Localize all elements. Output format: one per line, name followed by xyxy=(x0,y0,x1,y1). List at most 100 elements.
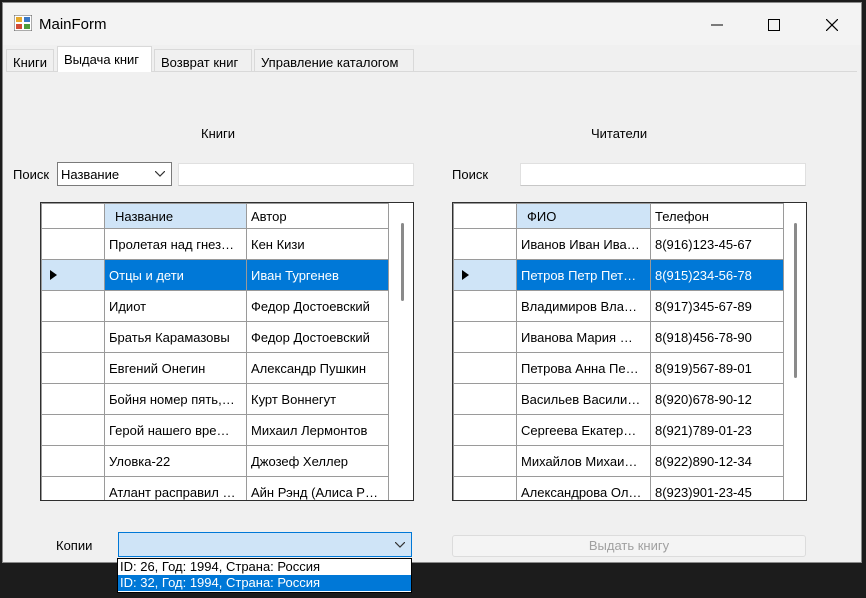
books-row-header[interactable] xyxy=(41,445,105,477)
books-search-input[interactable] xyxy=(178,163,414,186)
readers-scrollbar[interactable] xyxy=(794,223,797,378)
copies-select[interactable] xyxy=(118,532,412,557)
reader-phone-cell[interactable]: 8(920)678-90-12 xyxy=(650,383,784,415)
readers-row-header[interactable] xyxy=(453,476,517,500)
reader-name-cell[interactable]: Васильев Васили… xyxy=(516,383,651,415)
books-row[interactable]: Пролетая над гнез… Кен Кизи xyxy=(41,228,389,260)
reader-name-cell[interactable]: Михайлов Михаи… xyxy=(516,445,651,477)
books-search-field-select[interactable]: Название xyxy=(57,162,172,186)
readers-row-header[interactable] xyxy=(453,383,517,415)
books-table: Название Автор Пролетая над гнез… Кен Киз… xyxy=(41,203,389,500)
readers-row-header[interactable] xyxy=(453,414,517,446)
reader-name-cell[interactable]: Иванов Иван Ива… xyxy=(516,228,651,260)
readers-row[interactable]: Сергеева Екатер… 8(921)789-01-23 xyxy=(453,414,784,446)
books-row[interactable]: Братья Карамазовы Федор Достоевский xyxy=(41,321,389,353)
books-row-header[interactable] xyxy=(41,383,105,415)
close-icon xyxy=(826,19,838,31)
book-title-cell[interactable]: Уловка-22 xyxy=(104,445,247,477)
reader-phone-cell[interactable]: 8(918)456-78-90 xyxy=(650,321,784,353)
readers-search-label: Поиск xyxy=(452,167,489,182)
readers-row[interactable]: Петров Петр Пет… 8(915)234-56-78 xyxy=(453,259,784,291)
book-title-cell[interactable]: Бойня номер пять,… xyxy=(104,383,247,415)
reader-name-cell[interactable]: Александрова Ол… xyxy=(516,476,651,500)
readers-row[interactable]: Петрова Анна Пе… 8(919)567-89-01 xyxy=(453,352,784,384)
tab-return-books[interactable]: Возврат книг xyxy=(154,49,252,71)
books-row[interactable]: Атлант расправил … Айн Рэнд (Алиса Р… xyxy=(41,476,389,500)
books-row-header[interactable] xyxy=(41,476,105,500)
reader-phone-cell[interactable]: 8(922)890-12-34 xyxy=(650,445,784,477)
close-button[interactable] xyxy=(803,7,861,43)
books-row-header[interactable] xyxy=(41,290,105,322)
book-title-cell[interactable]: Герой нашего вре… xyxy=(104,414,247,446)
book-title-cell[interactable]: Отцы и дети xyxy=(104,259,247,291)
readers-row[interactable]: Иванова Мария … 8(918)456-78-90 xyxy=(453,321,784,353)
copies-option[interactable]: ID: 26, Год: 1994, Страна: Россия xyxy=(118,559,411,575)
copies-dropdown-list[interactable]: ID: 26, Год: 1994, Страна: Россия ID: 32… xyxy=(117,558,412,593)
books-grid[interactable]: Название Автор Пролетая над гнез… Кен Киз… xyxy=(40,202,414,501)
book-title-cell[interactable]: Пролетая над гнез… xyxy=(104,228,247,260)
books-row[interactable]: Евгений Онегин Александр Пушкин xyxy=(41,352,389,384)
book-author-cell[interactable]: Кен Кизи xyxy=(246,228,389,260)
books-col-header-title[interactable]: Название xyxy=(104,203,247,229)
books-row[interactable]: Идиот Федор Достоевский xyxy=(41,290,389,322)
reader-name-cell[interactable]: Петров Петр Пет… xyxy=(516,259,651,291)
readers-row-header[interactable] xyxy=(453,321,517,353)
tab-books[interactable]: Книги xyxy=(6,49,54,71)
reader-name-cell[interactable]: Владимиров Вла… xyxy=(516,290,651,322)
books-scrollbar[interactable] xyxy=(401,223,404,301)
book-author-cell[interactable]: Федор Достоевский xyxy=(246,290,389,322)
reader-name-cell[interactable]: Сергеева Екатер… xyxy=(516,414,651,446)
book-author-cell[interactable]: Александр Пушкин xyxy=(246,352,389,384)
reader-phone-cell[interactable]: 8(917)345-67-89 xyxy=(650,290,784,322)
books-col-header-author[interactable]: Автор xyxy=(246,203,389,229)
books-row[interactable]: Бойня номер пять,… Курт Воннегут xyxy=(41,383,389,415)
readers-row-header[interactable] xyxy=(453,259,517,291)
app-icon xyxy=(14,15,32,31)
readers-row[interactable]: Васильев Васили… 8(920)678-90-12 xyxy=(453,383,784,415)
readers-row-header[interactable] xyxy=(453,228,517,260)
books-row[interactable]: Уловка-22 Джозеф Хеллер xyxy=(41,445,389,477)
tab-catalog-management[interactable]: Управление каталогом xyxy=(254,49,414,71)
book-title-cell[interactable]: Атлант расправил … xyxy=(104,476,247,500)
tab-issue-books[interactable]: Выдача книг xyxy=(57,46,152,72)
book-title-cell[interactable]: Идиот xyxy=(104,290,247,322)
book-title-cell[interactable]: Братья Карамазовы xyxy=(104,321,247,353)
readers-row-header[interactable] xyxy=(453,352,517,384)
books-row-header[interactable] xyxy=(41,259,105,291)
readers-col-header-phone[interactable]: Телефон xyxy=(650,203,784,229)
readers-row[interactable]: Владимиров Вла… 8(917)345-67-89 xyxy=(453,290,784,322)
maximize-button[interactable] xyxy=(745,7,803,43)
book-author-cell[interactable]: Айн Рэнд (Алиса Р… xyxy=(246,476,389,500)
book-author-cell[interactable]: Михаил Лермонтов xyxy=(246,414,389,446)
readers-col-header-name[interactable]: ФИО xyxy=(516,203,651,229)
book-author-cell[interactable]: Федор Достоевский xyxy=(246,321,389,353)
readers-row-header[interactable] xyxy=(453,290,517,322)
books-row-header[interactable] xyxy=(41,228,105,260)
reader-phone-cell[interactable]: 8(916)123-45-67 xyxy=(650,228,784,260)
books-row[interactable]: Герой нашего вре… Михаил Лермонтов xyxy=(41,414,389,446)
readers-row-header[interactable] xyxy=(453,445,517,477)
readers-row[interactable]: Александрова Ол… 8(923)901-23-45 xyxy=(453,476,784,500)
minimize-button[interactable] xyxy=(688,7,746,43)
books-row-header[interactable] xyxy=(41,414,105,446)
books-row-header[interactable] xyxy=(41,321,105,353)
copies-option-highlighted[interactable]: ID: 32, Год: 1994, Страна: Россия xyxy=(118,575,411,591)
reader-name-cell[interactable]: Иванова Мария … xyxy=(516,321,651,353)
books-row[interactable]: Отцы и дети Иван Тургенев xyxy=(41,259,389,291)
reader-phone-cell[interactable]: 8(921)789-01-23 xyxy=(650,414,784,446)
books-row-header[interactable] xyxy=(41,352,105,384)
readers-search-input[interactable] xyxy=(520,163,806,186)
readers-grid[interactable]: ФИО Телефон Иванов Иван Ива… 8(916)123-45… xyxy=(452,202,807,501)
reader-phone-cell[interactable]: 8(915)234-56-78 xyxy=(650,259,784,291)
book-title-cell[interactable]: Евгений Онегин xyxy=(104,352,247,384)
reader-name-cell[interactable]: Петрова Анна Пе… xyxy=(516,352,651,384)
issue-book-button[interactable]: Выдать книгу xyxy=(452,535,806,557)
books-search-field-value: Название xyxy=(61,167,120,182)
book-author-cell[interactable]: Иван Тургенев xyxy=(246,259,389,291)
readers-row[interactable]: Иванов Иван Ива… 8(916)123-45-67 xyxy=(453,228,784,260)
reader-phone-cell[interactable]: 8(923)901-23-45 xyxy=(650,476,784,500)
readers-row[interactable]: Михайлов Михаи… 8(922)890-12-34 xyxy=(453,445,784,477)
book-author-cell[interactable]: Курт Воннегут xyxy=(246,383,389,415)
book-author-cell[interactable]: Джозеф Хеллер xyxy=(246,445,389,477)
reader-phone-cell[interactable]: 8(919)567-89-01 xyxy=(650,352,784,384)
